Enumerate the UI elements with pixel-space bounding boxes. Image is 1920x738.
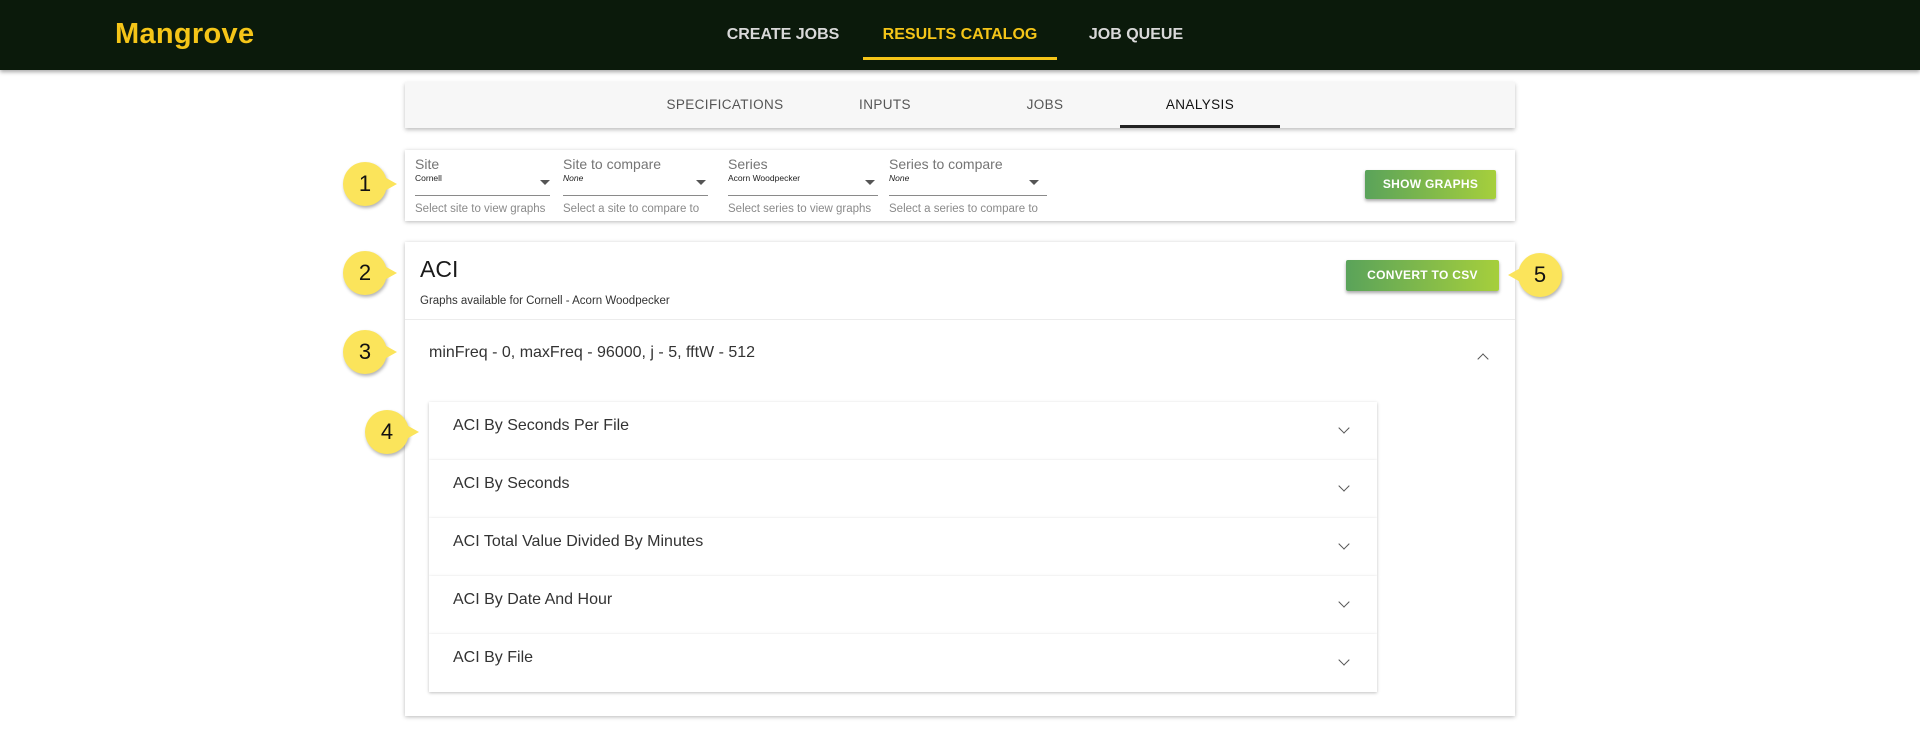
callout-badge: 3 (343, 330, 397, 374)
site-compare-hint: Select a site to compare to (563, 203, 700, 215)
graph-panel-item[interactable]: ACI By Seconds (429, 460, 1377, 518)
dropdown-caret-icon (540, 180, 550, 185)
callout-badge: 1 (343, 162, 397, 206)
site-select-hint: Select site to view graphs (415, 203, 546, 215)
site-select-label: Site (415, 156, 440, 172)
graph-panel-item[interactable]: ACI By Date And Hour (429, 576, 1377, 634)
series-select-hint: Select series to view graphs (728, 203, 872, 215)
site-select[interactable]: Site Cornell Select site to view graphs (415, 156, 550, 215)
graph-panel-label: ACI By Seconds (453, 475, 570, 492)
results-card: ACI Graphs available for Cornell - Acorn… (405, 242, 1515, 716)
dropdown-caret-icon (865, 180, 875, 185)
callout-number: 5 (1533, 262, 1547, 287)
convert-to-csv-button[interactable]: CONVERT TO CSV (1346, 260, 1499, 291)
graph-panel-label: ACI By Date And Hour (453, 591, 613, 608)
chevron-down-icon[interactable] (1338, 422, 1350, 434)
tab-jobs[interactable]: JOBS (965, 82, 1125, 128)
callout-number: 4 (380, 419, 394, 444)
graph-panel-item[interactable]: ACI By Seconds Per File (429, 402, 1377, 460)
nav-job-queue[interactable]: JOB QUEUE (1080, 0, 1192, 70)
graph-panel-item[interactable]: ACI By File (429, 634, 1377, 692)
site-select-value: Cornell (415, 173, 442, 183)
chevron-down-icon[interactable] (1338, 480, 1350, 492)
site-compare-select[interactable]: Site to compare None Select a site to co… (563, 156, 708, 215)
callout-number: 1 (358, 171, 372, 196)
tab-active-indicator (1120, 125, 1280, 128)
callout-badge: 4 (365, 410, 419, 454)
series-compare-value: None (889, 173, 910, 183)
chevron-down-icon[interactable] (1338, 538, 1350, 550)
series-compare-hint: Select a series to compare to (889, 203, 1038, 215)
field-underline (415, 195, 550, 196)
callout-number: 3 (358, 339, 372, 364)
series-compare-label: Series to compare (889, 156, 1003, 172)
page-title: ACI (420, 256, 459, 282)
callout-number: 2 (358, 260, 372, 285)
series-select[interactable]: Series Acorn Woodpecker Select series to… (728, 156, 878, 215)
field-underline (563, 195, 708, 196)
graph-filter-card: Site Cornell Select site to view graphs … (405, 150, 1515, 221)
site-compare-label: Site to compare (563, 156, 662, 172)
chevron-down-icon[interactable] (1338, 596, 1350, 608)
series-compare-select[interactable]: Series to compare None Select a series t… (889, 156, 1047, 215)
dropdown-caret-icon (1029, 180, 1039, 185)
field-underline (728, 195, 878, 196)
results-subtitle: Graphs available for Cornell - Acorn Woo… (420, 295, 670, 307)
graph-panel-item[interactable]: ACI Total Value Divided By Minutes (429, 518, 1377, 576)
series-select-label: Series (728, 156, 768, 172)
divider (405, 319, 1515, 320)
tab-specifications[interactable]: SPECIFICATIONS (645, 82, 805, 128)
show-graphs-button[interactable]: SHOW GRAPHS (1365, 170, 1496, 199)
app-logo[interactable]: Mangrove (115, 18, 254, 51)
tab-analysis[interactable]: ANALYSIS (1120, 82, 1280, 128)
graph-panel-label: ACI By Seconds Per File (453, 417, 630, 434)
tab-inputs[interactable]: INPUTS (805, 82, 965, 128)
site-compare-value: None (563, 173, 584, 183)
graph-panel-label: ACI Total Value Divided By Minutes (453, 533, 704, 550)
dropdown-caret-icon (696, 180, 706, 185)
nav-create-jobs[interactable]: CREATE JOBS (718, 0, 848, 70)
parameter-set-header[interactable]: minFreq - 0, maxFreq - 96000, j - 5, fft… (429, 344, 755, 362)
chevron-up-icon[interactable] (1477, 353, 1489, 365)
top-navbar: Mangrove CREATE JOBS RESULTS CATALOG JOB… (0, 0, 1920, 70)
field-underline (889, 195, 1047, 196)
nav-active-indicator (863, 57, 1057, 60)
callout-badge: 2 (343, 251, 397, 295)
graph-panel-label: ACI By File (453, 649, 534, 666)
subnav-tabs: SPECIFICATIONS INPUTS JOBS ANALYSIS (405, 82, 1515, 128)
series-select-value: Acorn Woodpecker (728, 173, 801, 183)
callout-badge: 5 (1508, 253, 1562, 297)
chevron-down-icon[interactable] (1338, 654, 1350, 666)
